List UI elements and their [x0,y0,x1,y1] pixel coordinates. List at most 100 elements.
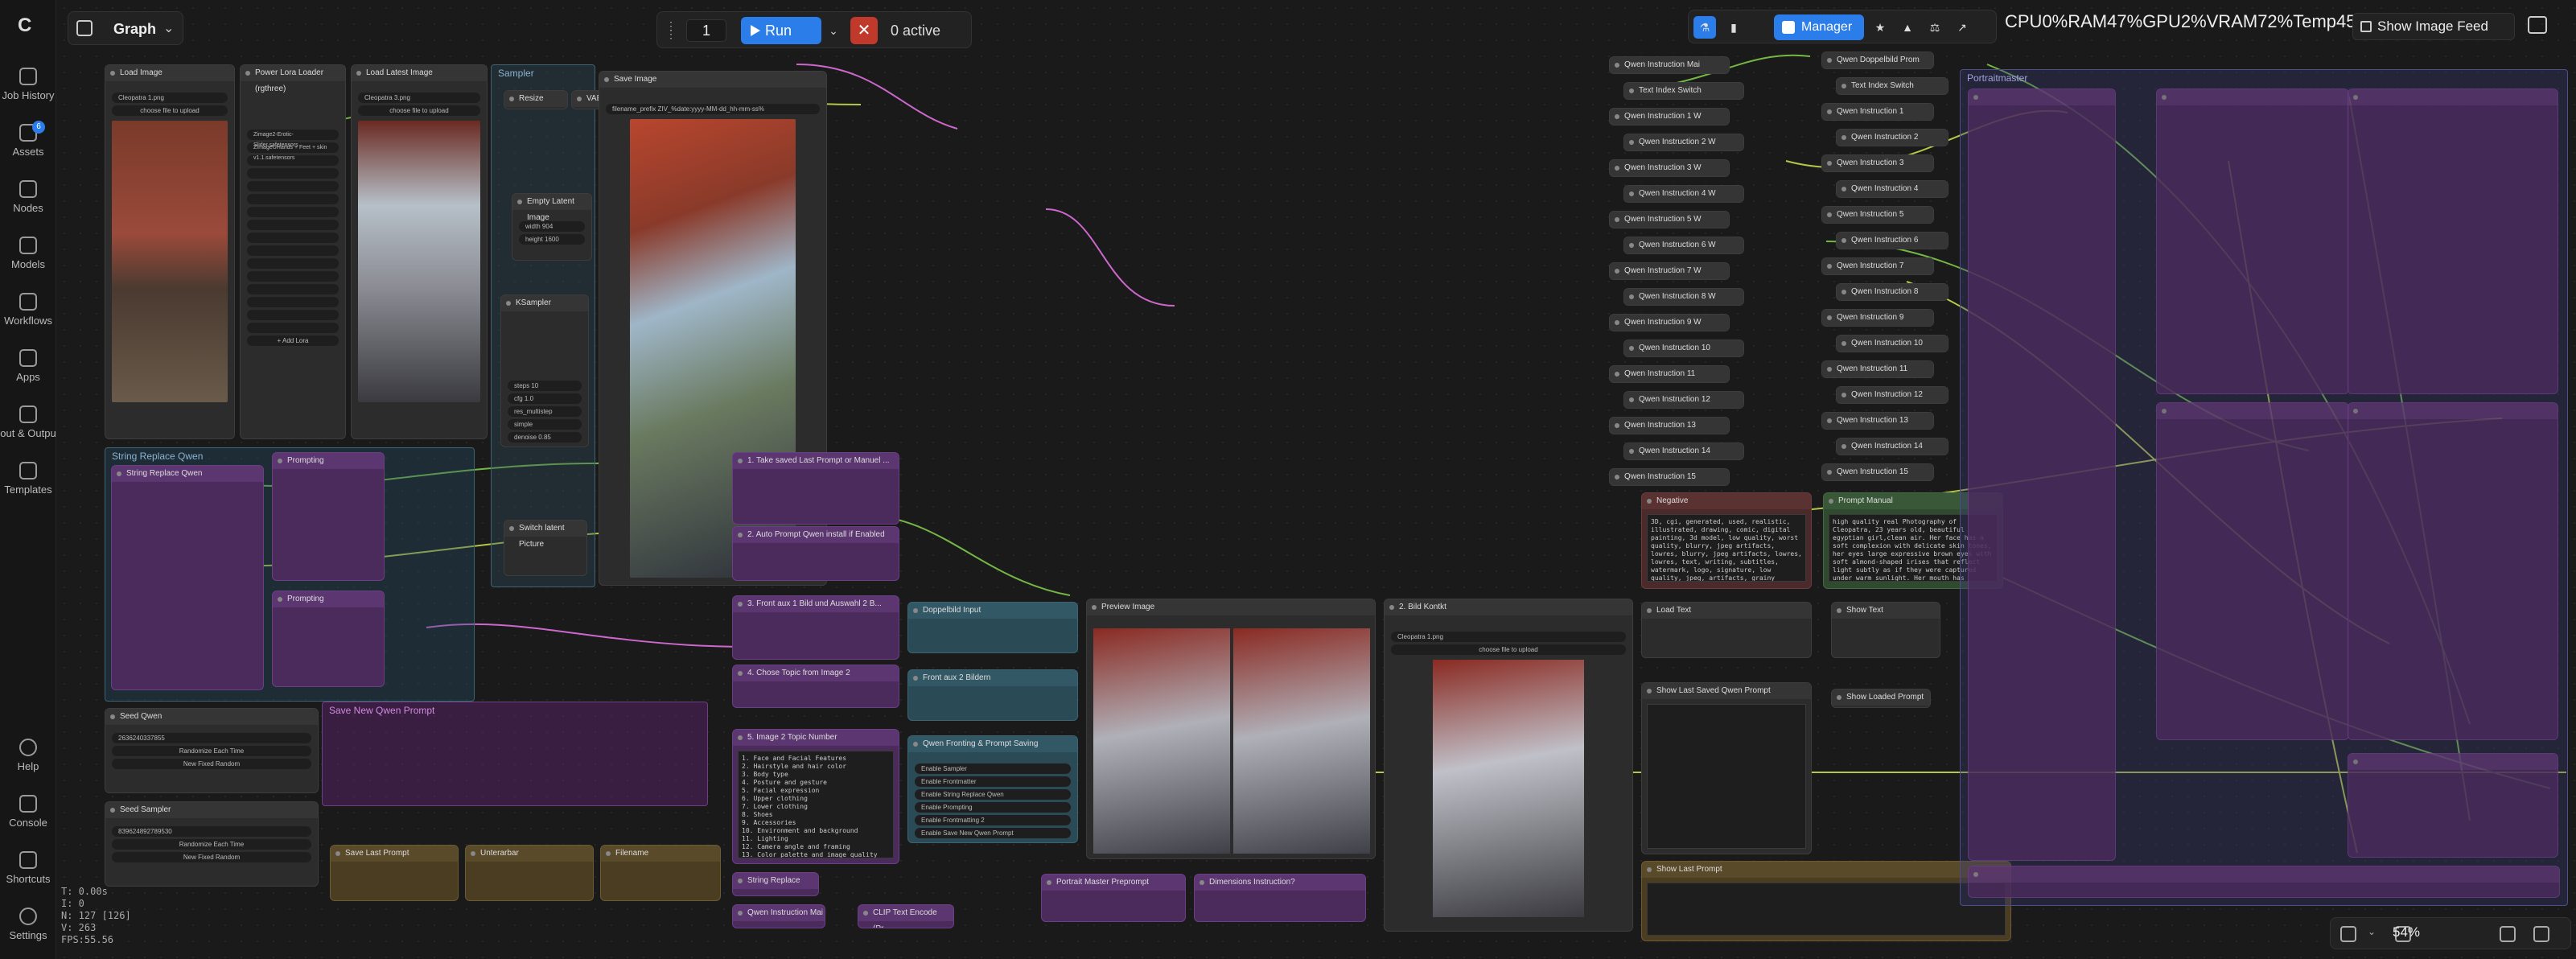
instruction-node[interactable]: Qwen Instruction 6 W [1623,237,1744,254]
instruction-node[interactable]: Qwen Instruction 14 [1623,442,1744,460]
string-replace-node[interactable]: String Replace Qwen [111,465,264,690]
sidebar-item-models[interactable]: Models [0,237,56,270]
zoom-level[interactable]: 54% [2393,924,2420,940]
qwen-fronting-node[interactable]: Qwen Fronting & Prompt Saving Enable Sam… [907,735,1078,843]
show-text-node[interactable]: Show Text [1831,602,1940,658]
seed-sampler-node[interactable]: Seed Sampler 839624892789530 Randomize E… [105,801,319,887]
portraitmaster-node-7[interactable] [1968,866,2560,898]
instruction-node[interactable]: Text Index Switch [1623,82,1744,100]
instruction-node[interactable]: Qwen Instruction 7 W [1609,262,1730,280]
sidebar-item-io[interactable]: out & Outpu [0,405,56,439]
front-aux-node[interactable]: 3. Front aux 1 Bild und Auswahl 2 B... [732,595,899,660]
clip-text-encode-node[interactable]: CLIP Text Encode (Pr... [858,904,954,928]
portraitmaster-node-2[interactable] [2156,88,2349,394]
upload-button[interactable]: choose file to upload [112,105,228,116]
instruction-node[interactable]: Qwen Instruction 1 [1821,103,1934,121]
take-saved-node[interactable]: 1. Take saved Last Prompt or Manuel ... [732,452,899,525]
resize-image-node[interactable]: Resize Image v2 [504,90,568,109]
sidebar-item-apps[interactable]: Apps [0,349,56,383]
instruction-node[interactable]: Qwen Instruction 11 [1609,365,1730,383]
portraitmaster-node-1[interactable] [1968,88,2116,861]
drag-handle-icon[interactable]: ⋮ ⋮ [665,20,677,39]
topic-number-node[interactable]: 5. Image 2 Topic Number 1. Face and Faci… [732,729,899,864]
portrait-master-preprompt-node[interactable]: Portrait Master Preprompt [1041,874,1186,922]
portraitmaster-node-4[interactable] [2156,402,2349,740]
prompting-2-node[interactable]: Prompting [272,591,385,687]
select-cursor-icon[interactable] [2340,926,2356,942]
load-latest-image-node[interactable]: Load Latest Image Cleopatra 3.png choose… [351,64,488,439]
queue-count-input[interactable]: 1 [686,19,726,42]
image-select[interactable]: Cleopatra 1.png [112,93,228,103]
string-replace-2-node[interactable]: String Replace [732,872,819,896]
instruction-node[interactable]: Qwen Instruction 6 [1836,232,1948,249]
qwen-instruction-main-node[interactable]: Qwen Instruction Mai [732,904,825,928]
instruction-node[interactable]: Qwen Instruction 3 [1821,154,1934,172]
sidebar-item-shortcuts[interactable]: Shortcuts [0,851,56,885]
minimap-icon[interactable] [2500,926,2516,942]
instruction-node[interactable]: Qwen Instruction 12 [1836,386,1948,404]
instruction-node[interactable]: Qwen Instruction Mai [1609,56,1730,74]
instruction-node[interactable]: Qwen Instruction 11 [1821,360,1934,378]
cancel-run-button[interactable]: ✕ [850,17,878,44]
sidebar-item-help[interactable]: Help [0,739,56,772]
filename-node[interactable]: Filename [600,845,721,901]
instruction-node[interactable]: Qwen Instruction 8 W [1623,288,1744,306]
instruction-node[interactable]: Qwen Instruction 15 [1609,468,1730,486]
preview-image-node[interactable]: Preview Image [1086,599,1376,859]
warning-icon[interactable]: ▲ [1896,16,1919,39]
sidebar-item-templates[interactable]: Templates [0,462,56,496]
manager-button[interactable]: Manager [1774,14,1864,40]
portraitmaster-node-5[interactable] [2348,402,2558,740]
auto-prompt-node[interactable]: 2. Auto Prompt Qwen install if Enabled [732,526,899,581]
instruction-node[interactable]: Qwen Instruction 4 W [1623,185,1744,203]
scale-icon[interactable]: ⚖ [1924,16,1946,39]
choose-topic-node[interactable]: 4. Chose Topic from Image 2 [732,665,899,708]
power-lora-node[interactable]: Power Lora Loader (rgthree) Zimage2-Erot… [240,64,346,439]
star-icon[interactable]: ★ [1869,16,1891,39]
load-image-node[interactable]: Load Image Cleopatra 1.png choose file t… [105,64,235,439]
instruction-node[interactable]: Qwen Instruction 15 [1821,463,1934,481]
instruction-node[interactable]: Qwen Instruction 4 [1836,180,1948,198]
instruction-node[interactable]: Qwen Instruction 14 [1836,438,1948,455]
chevron-down-icon[interactable]: ⌄ [163,20,174,36]
instruction-node[interactable]: Qwen Instruction 2 W [1623,134,1744,151]
sidebar-item-assets[interactable]: 6 Assets [0,121,56,158]
save-last-prompt-node[interactable]: Save Last Prompt [330,845,459,901]
comfy-logo[interactable]: C [18,14,39,36]
instruction-node[interactable]: Qwen Instruction 10 [1836,335,1948,352]
instruction-node[interactable]: Qwen Instruction 9 W [1609,314,1730,331]
dimensions-instruction-node[interactable]: Dimensions Instruction? [1194,874,1366,922]
instruction-node[interactable]: Qwen Instruction 2 [1836,129,1948,146]
unterarbar-node[interactable]: Unterarbar [465,845,594,901]
sidebar-item-settings[interactable]: Settings [0,908,56,941]
share-icon[interactable]: ↗ [1951,16,1973,39]
front-aux2-node[interactable]: Front aux 2 Bildern [907,669,1078,721]
run-options-chevron-icon[interactable]: ⌄ [825,20,842,41]
graph-tab[interactable]: Graph ⌄ [68,11,183,45]
portraitmaster-node-3[interactable] [2348,88,2558,394]
empty-latent-node[interactable]: Empty Latent Image width 904 height 1600 [512,193,592,261]
bookmark-icon[interactable]: ▮ [1722,16,1745,39]
bild-kontr-node[interactable]: 2. Bild Kontkt Cleopatra 1.png choose fi… [1384,599,1633,932]
sidebar-item-console[interactable]: Console [0,795,56,829]
instruction-node[interactable]: Qwen Instruction 10 [1623,340,1744,357]
toggle-panel-icon[interactable] [2528,16,2547,34]
sidebar-item-job-history[interactable]: Job History [0,68,56,101]
link-visibility-icon[interactable] [2533,926,2549,942]
load-text-node[interactable]: Load Text [1641,602,1812,658]
instruction-node[interactable]: Qwen Instruction 8 [1836,283,1948,301]
instruction-node[interactable]: Qwen Doppelbild Prom [1821,51,1934,69]
show-loaded-prompt-node[interactable]: Show Loaded Prompt [1831,689,1931,708]
instruction-node[interactable]: Qwen Instruction 5 [1821,206,1934,224]
show-last-prompt-node[interactable]: Show Last Prompt [1641,861,2011,941]
chevron-down-icon[interactable]: ⌄ [2368,926,2384,942]
instruction-node[interactable]: Qwen Instruction 5 W [1609,211,1730,228]
prompting-node[interactable]: Prompting [272,452,385,581]
add-lora-button[interactable]: + Add Lora [247,335,339,346]
show-image-feed-button[interactable]: Show Image Feed [2352,13,2515,40]
switch-latent-node[interactable]: Switch latent Picture [504,520,587,576]
show-last-saved-node[interactable]: Show Last Saved Qwen Prompt [1641,682,1812,854]
graph-canvas[interactable]: Load Image Cleopatra 1.png choose file t… [56,0,2576,959]
seed-qwen-node[interactable]: Seed Qwen 2636240337855 Randomize Each T… [105,708,319,793]
topic-list[interactable]: 1. Face and Facial Features 2. Hairstyle… [738,751,894,858]
